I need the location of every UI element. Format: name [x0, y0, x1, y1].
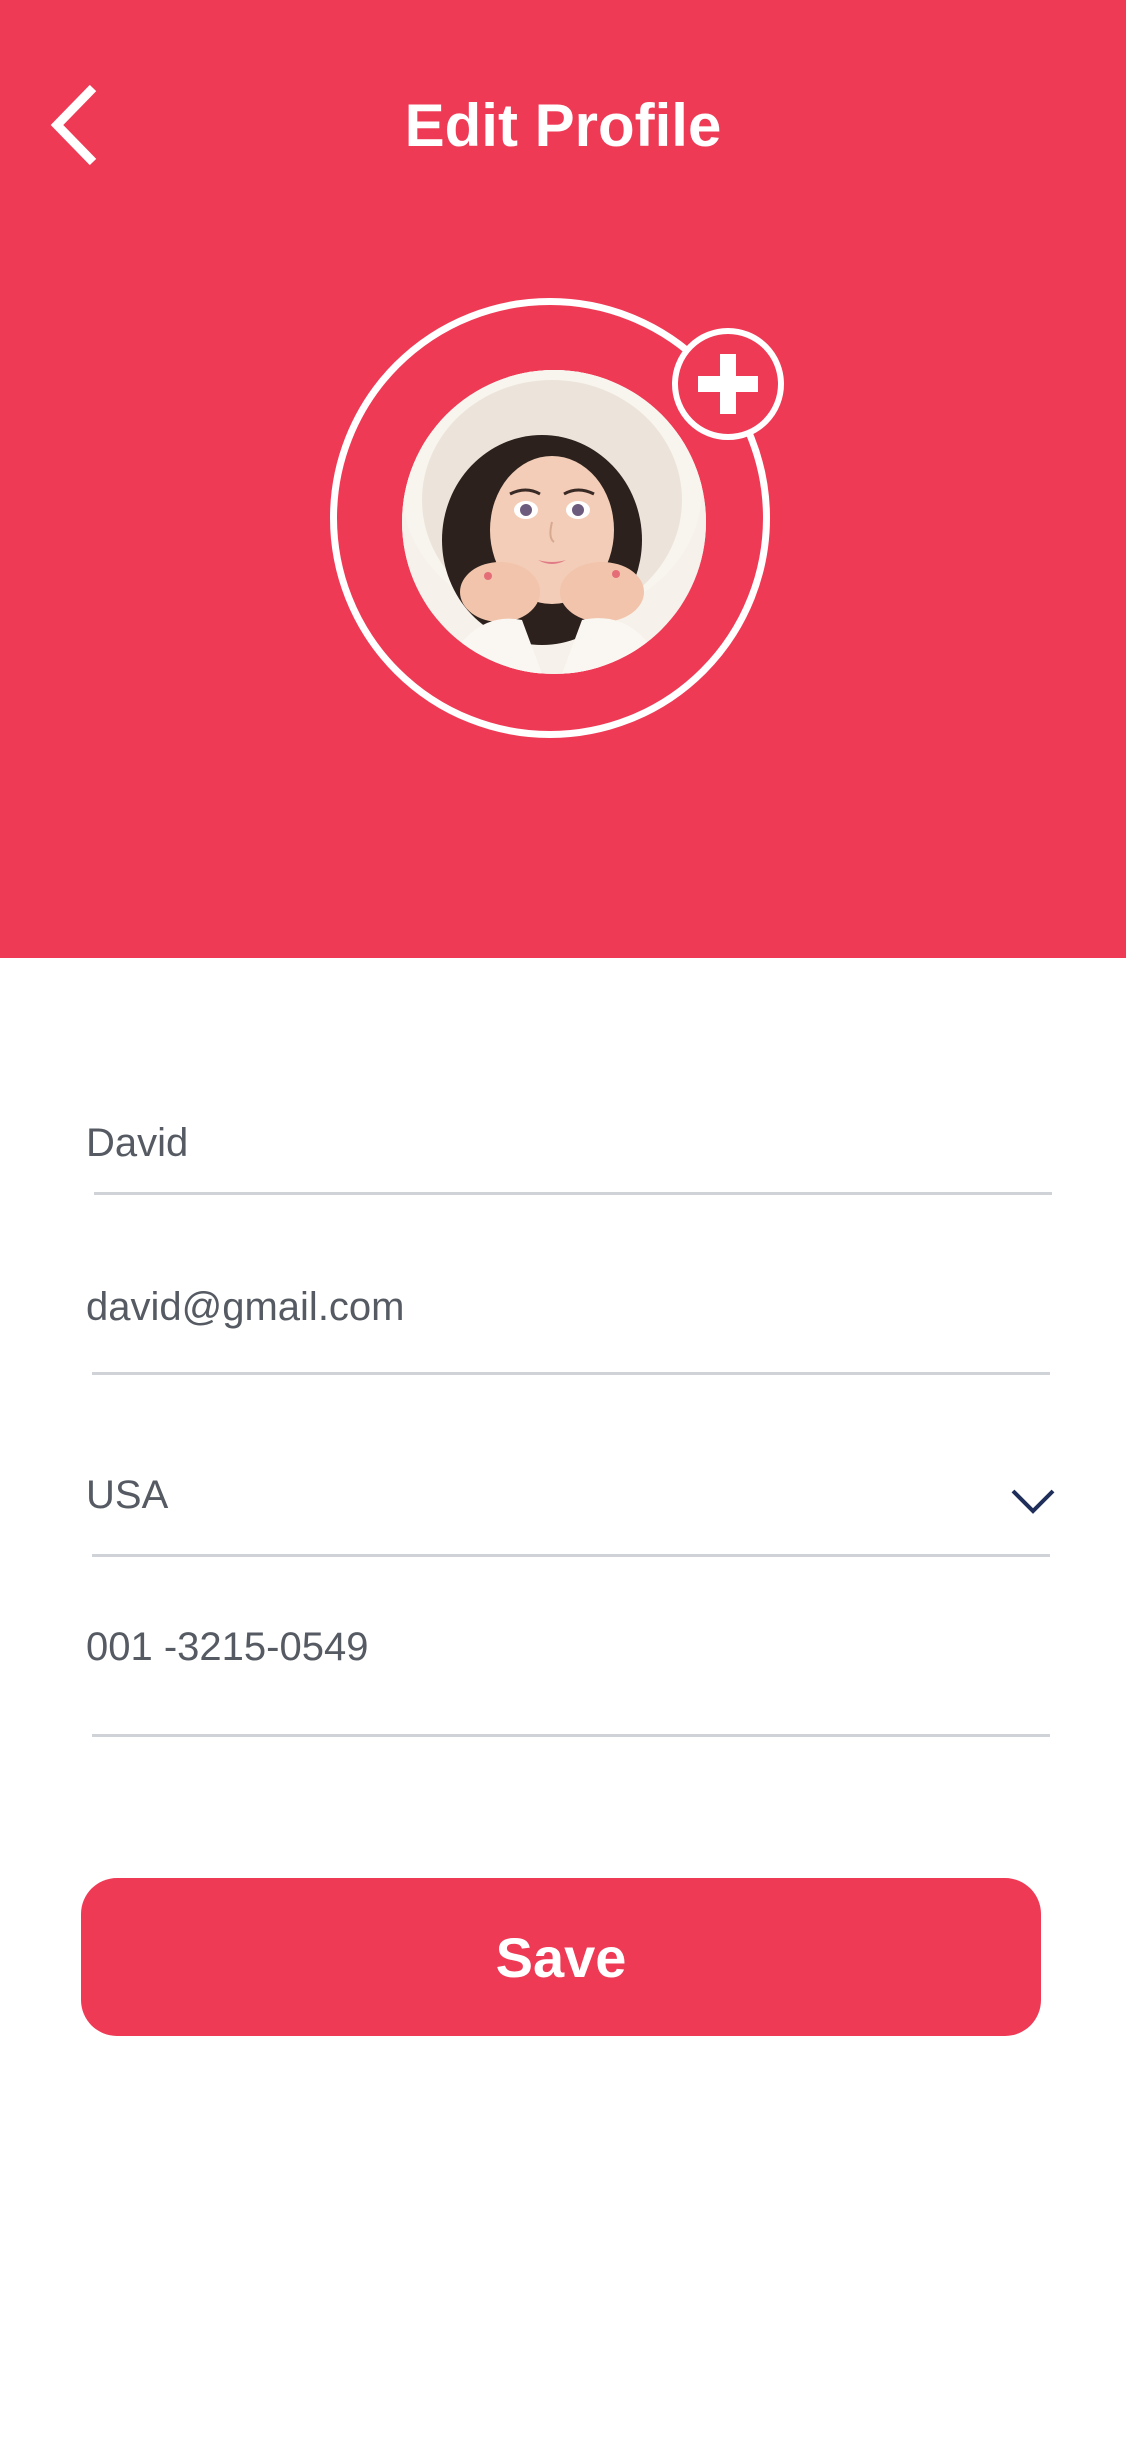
email-field-underline — [92, 1372, 1050, 1375]
country-select[interactable]: USA — [86, 1470, 1055, 1560]
phone-field[interactable]: 001 -3215-0549 — [86, 1622, 1052, 1740]
phone-value: 001 -3215-0549 — [86, 1625, 369, 1669]
avatar[interactable] — [402, 370, 706, 674]
profile-header: Edit Profile — [0, 0, 1126, 958]
email-field[interactable]: david@gmail.com — [86, 1282, 1052, 1378]
chevron-down-icon[interactable] — [1010, 1486, 1056, 1516]
email-value: david@gmail.com — [86, 1285, 405, 1329]
page-title: Edit Profile — [404, 92, 722, 159]
plus-icon — [698, 354, 758, 414]
save-button-label: Save — [495, 1925, 627, 1989]
edit-profile-screen: Edit Profile David david@gmail.com USA 0… — [0, 0, 1126, 2437]
country-select-underline — [92, 1554, 1050, 1557]
name-field[interactable]: David — [86, 1118, 1052, 1200]
save-button[interactable]: Save — [81, 1878, 1041, 2036]
name-field-underline — [94, 1192, 1052, 1195]
name-value: David — [86, 1121, 189, 1165]
add-photo-button[interactable] — [672, 328, 784, 440]
avatar-photo — [402, 370, 706, 674]
country-value: USA — [86, 1473, 169, 1517]
phone-field-underline — [92, 1734, 1050, 1737]
